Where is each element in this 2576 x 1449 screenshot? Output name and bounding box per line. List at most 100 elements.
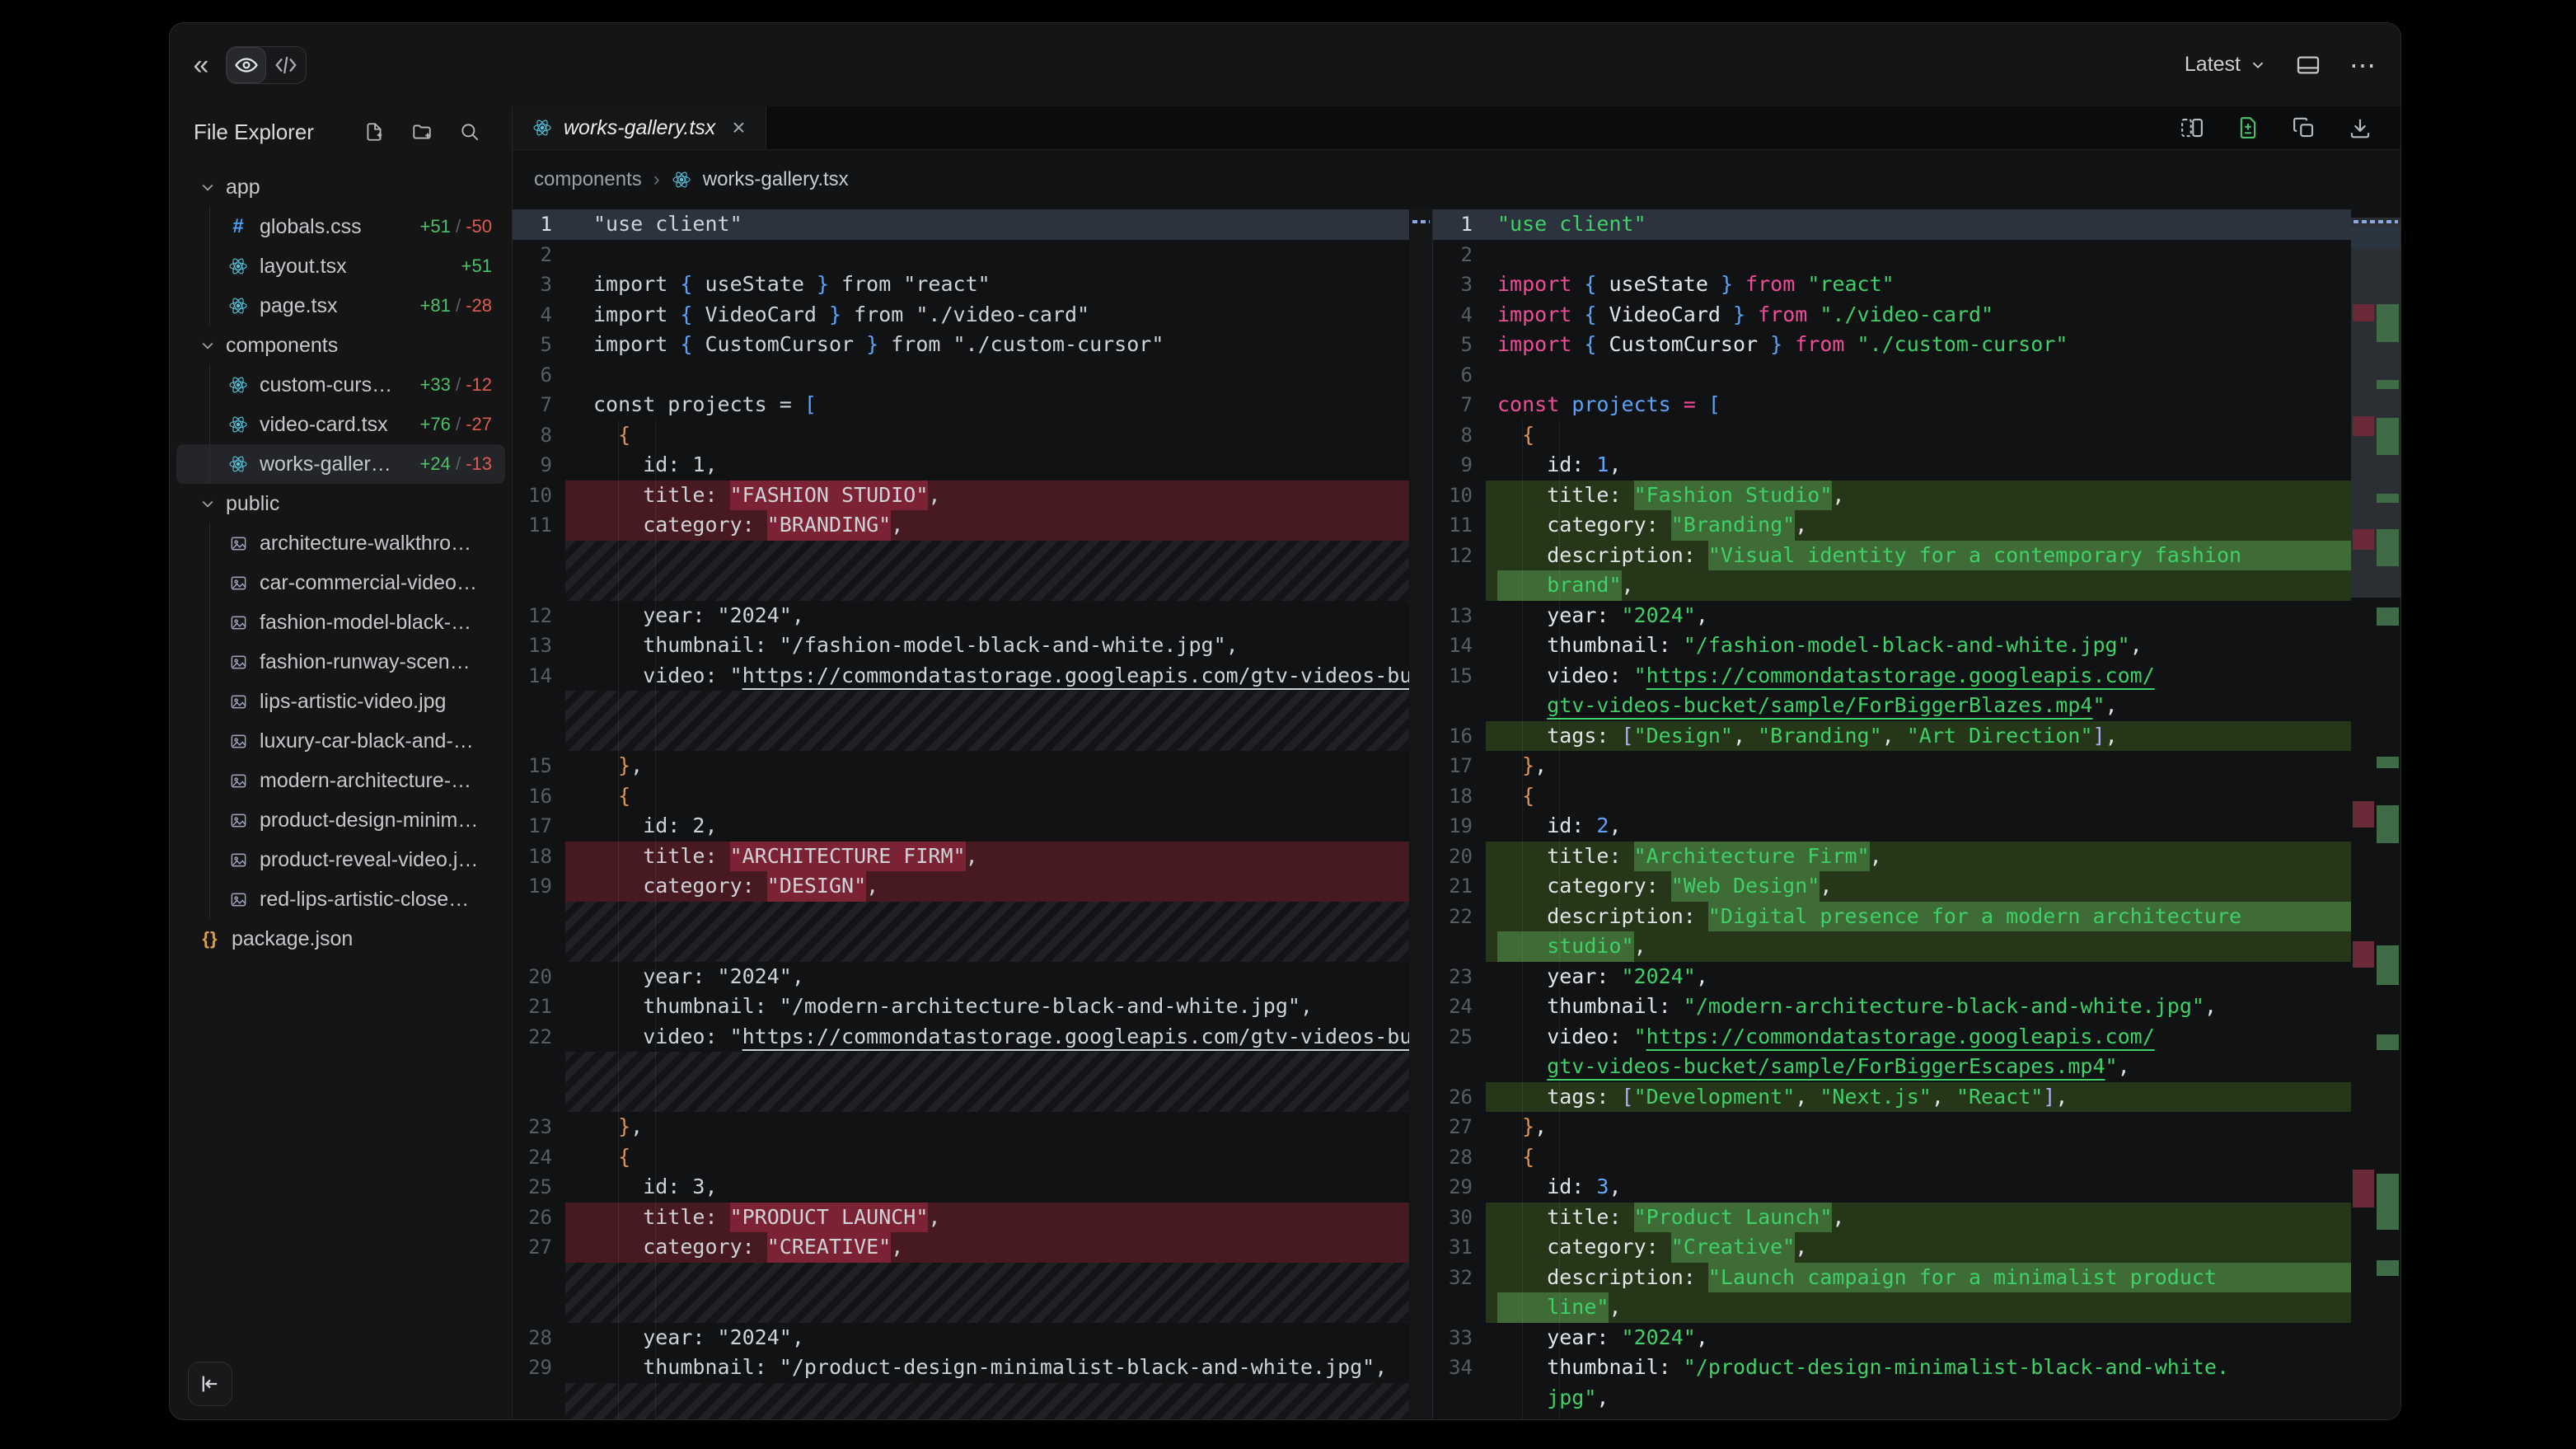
breadcrumb-folder[interactable]: components bbox=[534, 168, 642, 191]
sidebar-item-works-galler-[interactable]: works-galler…+24 / -13 bbox=[176, 444, 505, 484]
line-number: 13 bbox=[513, 631, 565, 661]
code-line: category: "CREATIVE", bbox=[565, 1232, 1409, 1263]
new-folder-button[interactable] bbox=[411, 121, 433, 143]
code-line: description: "Launch campaign for a mini… bbox=[1486, 1263, 2351, 1293]
code-token: { bbox=[1522, 781, 1534, 812]
line-number bbox=[513, 691, 565, 751]
code-token: { bbox=[1522, 420, 1534, 451]
code-line: video: "https://commondatastorage.google… bbox=[565, 661, 1409, 692]
sidebar-item-custom-curs-[interactable]: custom-curs…+33 / -12 bbox=[176, 365, 505, 405]
top-toolbar: « Latest bbox=[170, 23, 2400, 106]
sidebar-item-product-design-minim-[interactable]: product-design-minim… bbox=[176, 800, 505, 840]
more-options-button[interactable]: ⋯ bbox=[2349, 49, 2377, 81]
copy-code-button[interactable] bbox=[2292, 115, 2316, 140]
line-number: 2 bbox=[513, 240, 565, 270]
split-view-button[interactable] bbox=[2180, 115, 2204, 140]
code-token: "PRODUCT LAUNCH" bbox=[730, 1203, 929, 1233]
code-token: year: "2024", bbox=[593, 962, 804, 992]
code-line: { bbox=[1486, 781, 2351, 812]
code-token: } bbox=[1733, 300, 1745, 331]
sidebar-item-page.tsx[interactable]: page.tsx+81 / -28 bbox=[176, 286, 505, 326]
sidebar-item-luxury-car-black-and-[interactable]: luxury-car-black-and-… bbox=[176, 721, 505, 761]
deletion-marker bbox=[2353, 1170, 2374, 1208]
sidebar-folder-app[interactable]: app bbox=[176, 167, 505, 207]
line-number: 20 bbox=[513, 962, 565, 992]
collapse-panel-button[interactable]: « bbox=[183, 47, 219, 83]
line-number: 33 bbox=[1433, 1323, 1486, 1353]
code-row: 9 id: 1, bbox=[1433, 450, 2400, 481]
sidebar-item-lips-artistic-video.jpg[interactable]: lips-artistic-video.jpg bbox=[176, 682, 505, 721]
line-number: 17 bbox=[1433, 751, 1486, 781]
file-label: red-lips-artistic-close… bbox=[260, 888, 469, 912]
sidebar-item-globals.css[interactable]: #globals.css+51 / -50 bbox=[176, 207, 505, 246]
sidebar-item-modern-architecture-[interactable]: modern-architecture-… bbox=[176, 761, 505, 800]
code-line: { bbox=[1486, 420, 2351, 451]
line-number: 12 bbox=[513, 601, 565, 631]
sidebar-item-architecture-walkthro-[interactable]: architecture-walkthro… bbox=[176, 523, 505, 563]
breadcrumb-separator: › bbox=[653, 168, 660, 191]
code-token: VideoCard bbox=[692, 300, 829, 331]
code-token: year: "2024", bbox=[593, 601, 804, 631]
sidebar-item-fashion-model-black-[interactable]: fashion-model-black-… bbox=[176, 603, 505, 642]
file-explorer-sidebar: File Explorer app#globals.css+51 / -50la… bbox=[170, 106, 512, 1419]
chevron-down-icon bbox=[2249, 56, 2267, 74]
version-selector[interactable]: Latest bbox=[2185, 53, 2267, 77]
diff-pane-modified: 1"use client"23import { useState } from … bbox=[1432, 209, 2400, 1419]
code-line: description: "Visual identity for a cont… bbox=[1486, 541, 2351, 571]
code-token: video: " bbox=[593, 661, 742, 692]
line-number: 1 bbox=[1433, 209, 1486, 240]
sidebar-item-layout.tsx[interactable]: layout.tsx+51 bbox=[176, 246, 505, 286]
line-number: 3 bbox=[1433, 270, 1486, 300]
download-button[interactable] bbox=[2348, 115, 2372, 140]
code-token: "Digital presence for a modern architect… bbox=[1708, 902, 2241, 932]
sidebar-item-car-commercial-video-[interactable]: car-commercial-video… bbox=[176, 563, 505, 603]
diff-highlight-fill bbox=[2241, 541, 2351, 571]
line-number bbox=[513, 902, 565, 962]
close-tab-icon[interactable]: × bbox=[732, 115, 745, 141]
code-row: 13 year: "2024", bbox=[1433, 601, 2400, 631]
code-token: " bbox=[1634, 661, 1646, 692]
scrollbar-minimap[interactable] bbox=[1410, 209, 1432, 1419]
collapse-sidebar-button[interactable] bbox=[188, 1362, 232, 1406]
code-token: { bbox=[1584, 270, 1596, 300]
code-token: category: bbox=[593, 871, 767, 902]
line-number: 34 bbox=[1433, 1353, 1486, 1383]
code-row: 17 id: 2, bbox=[513, 811, 1432, 842]
line-number: 30 bbox=[1433, 1203, 1486, 1233]
code-token: "React" bbox=[1956, 1082, 2043, 1113]
code-token: , bbox=[630, 1112, 643, 1142]
line-number bbox=[513, 1383, 565, 1420]
sidebar-item-red-lips-artistic-close-[interactable]: red-lips-artistic-close… bbox=[176, 879, 505, 919]
code-token: "BRANDING" bbox=[767, 510, 892, 541]
tab-works-gallery[interactable]: works-gallery.tsx × bbox=[513, 106, 766, 149]
code-toggle-button[interactable] bbox=[266, 47, 306, 83]
code-row: 7const projects = [ bbox=[1433, 390, 2400, 420]
code-row: 26 tags: ["Development", "Next.js", "Rea… bbox=[1433, 1082, 2400, 1113]
sidebar-item-package.json[interactable]: {}package.json bbox=[176, 919, 505, 959]
diff-stats: +24 / -13 bbox=[420, 453, 492, 475]
code-line: }, bbox=[565, 751, 1409, 781]
code-line: category: "DESIGN", bbox=[565, 871, 1409, 902]
new-file-button[interactable] bbox=[363, 121, 385, 143]
sidebar-folder-public[interactable]: public bbox=[176, 484, 505, 523]
addition-marker bbox=[2377, 304, 2399, 342]
code-row: 6 bbox=[1433, 360, 2400, 391]
code-row: 2 bbox=[513, 240, 1432, 270]
preview-toggle-button[interactable] bbox=[227, 47, 266, 83]
cursor-position-marker bbox=[2354, 220, 2398, 223]
code-row: 25 video: "https://commondatastorage.goo… bbox=[1433, 1022, 2400, 1053]
search-icon[interactable] bbox=[459, 121, 480, 143]
sidebar-item-product-reveal-video.j-[interactable]: product-reveal-video.j… bbox=[176, 840, 505, 879]
react-icon bbox=[227, 454, 249, 474]
panel-layout-button[interactable] bbox=[2295, 52, 2321, 78]
sidebar-folder-components[interactable]: components bbox=[176, 326, 505, 365]
diff-overview-ruler[interactable] bbox=[2351, 209, 2400, 1419]
sidebar-item-fashion-runway-scen-[interactable]: fashion-runway-scen… bbox=[176, 642, 505, 682]
file-label: architecture-walkthro… bbox=[260, 532, 471, 556]
diff-view-button[interactable] bbox=[2236, 115, 2260, 140]
code-token bbox=[1497, 781, 1522, 812]
sidebar-item-video-card.tsx[interactable]: video-card.tsx+76 / -27 bbox=[176, 405, 505, 444]
code-token: { bbox=[680, 300, 692, 331]
code-line: { bbox=[565, 420, 1409, 451]
file-label: modern-architecture-… bbox=[260, 769, 471, 793]
